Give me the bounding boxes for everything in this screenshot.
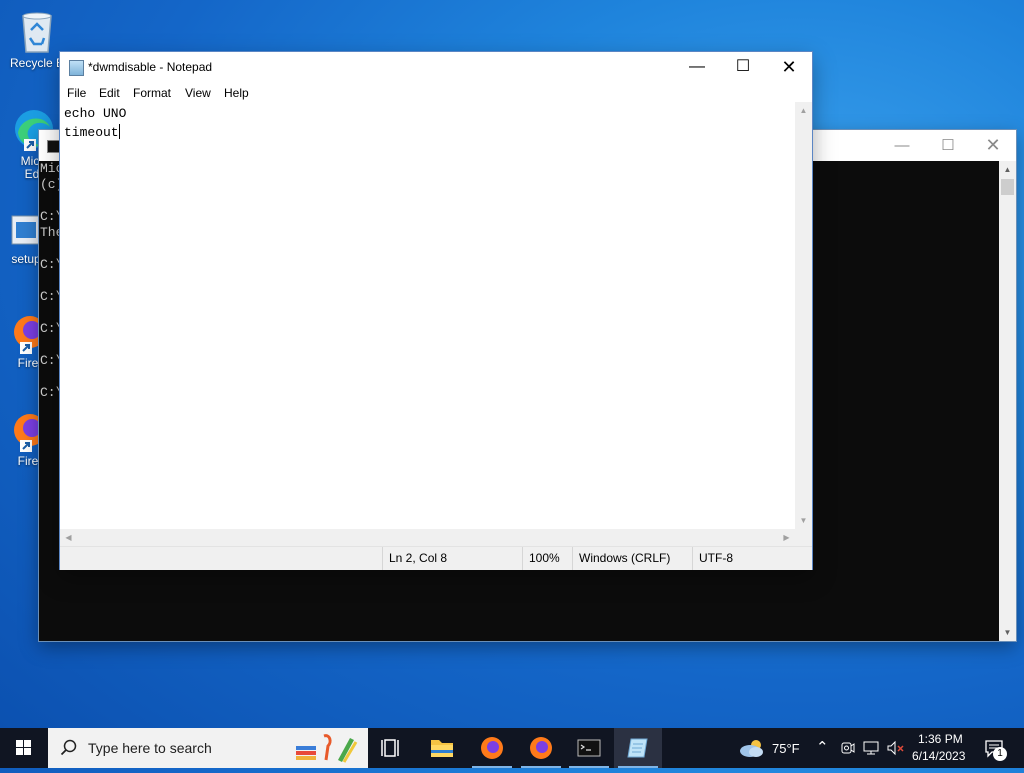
firefox-icon [481, 737, 503, 759]
weather-temperature[interactable]: 75°F [772, 741, 800, 756]
search-icon [60, 739, 77, 756]
file-explorer-button[interactable] [418, 728, 466, 768]
task-view-button[interactable] [368, 728, 416, 768]
task-view-icon [381, 739, 399, 757]
menu-file[interactable]: File [67, 86, 86, 100]
console-scrollbar[interactable]: ▲ ▼ [999, 161, 1016, 641]
status-bar: Ln 2, Col 8 100% Windows (CRLF) UTF-8 [60, 546, 812, 570]
editor-line-with-caret: timeout [64, 123, 795, 142]
status-zoom: 100% [522, 547, 572, 570]
notepad-taskbar-button[interactable] [614, 728, 662, 768]
window-title: *dwmdisable - Notepad [88, 60, 213, 74]
scroll-down-arrow-icon[interactable]: ▼ [795, 512, 812, 529]
notepad-icon [627, 738, 648, 758]
volume-muted-icon[interactable] [886, 740, 906, 756]
show-hidden-icons-chevron-icon[interactable]: ⌃ [816, 738, 829, 756]
firefox-taskbar-button-1[interactable] [468, 728, 516, 768]
search-box[interactable]: Type here to search [48, 728, 368, 768]
menu-bar: File Edit Format View Help [60, 82, 812, 102]
editor-line: timeout [64, 125, 119, 140]
search-highlight-icon [296, 734, 358, 763]
search-placeholder: Type here to search [88, 740, 212, 756]
status-encoding: UTF-8 [692, 547, 812, 570]
meet-now-icon[interactable] [840, 740, 856, 756]
firefox-icon [530, 737, 552, 759]
scrollbar-corner [795, 529, 812, 546]
clock-time[interactable]: 1:36 PM [918, 732, 963, 746]
firefox-taskbar-button-2[interactable] [517, 728, 565, 768]
scroll-up-arrow-icon[interactable]: ▲ [795, 102, 812, 119]
horizontal-scrollbar[interactable]: ◀ ▶ [60, 529, 795, 546]
clock-date[interactable]: 6/14/2023 [912, 749, 965, 763]
weather-cloud-icon[interactable] [738, 736, 766, 760]
menu-view[interactable]: View [185, 86, 211, 100]
notification-count-badge: 1 [993, 747, 1007, 761]
minimize-button[interactable]: — [674, 52, 720, 82]
menu-edit[interactable]: Edit [99, 86, 120, 100]
close-button[interactable]: ✕ [766, 52, 812, 82]
text-caret [118, 124, 120, 139]
folder-icon [431, 740, 453, 757]
scroll-down-arrow-icon[interactable]: ▼ [999, 624, 1016, 641]
recycle-bin-icon [22, 12, 52, 53]
taskbar: Type here to search 75°F ⌃ 1:36 PM 6/14/… [0, 728, 1024, 768]
notepad-window[interactable]: *dwmdisable - Notepad — ☐ ✕ File Edit Fo… [60, 52, 812, 570]
scroll-up-arrow-icon[interactable]: ▲ [999, 161, 1016, 178]
menu-help[interactable]: Help [224, 86, 249, 100]
windows-logo-icon [16, 740, 31, 755]
scroll-left-arrow-icon[interactable]: ◀ [60, 529, 77, 546]
terminal-icon [577, 739, 601, 757]
menu-format[interactable]: Format [133, 86, 171, 100]
console-maximize-button[interactable]: ☐ [925, 130, 971, 161]
network-icon[interactable] [862, 740, 880, 756]
start-button[interactable] [0, 728, 48, 768]
maximize-button[interactable]: ☐ [720, 52, 766, 82]
notepad-titlebar[interactable]: *dwmdisable - Notepad — ☐ ✕ [60, 52, 812, 82]
scroll-right-arrow-icon[interactable]: ▶ [778, 529, 795, 546]
text-editor-area[interactable]: echo UNO timeout [60, 102, 795, 529]
console-minimize-button[interactable]: — [879, 130, 925, 161]
command-prompt-taskbar-button[interactable] [565, 728, 613, 768]
console-close-button[interactable]: ✕ [970, 130, 1016, 161]
console-scroll-thumb[interactable] [1001, 179, 1014, 195]
status-line-endings: Windows (CRLF) [572, 547, 692, 570]
notification-center-button[interactable]: 1 [976, 728, 1024, 768]
notepad-icon [69, 60, 84, 76]
vertical-scrollbar[interactable]: ▲ ▼ [795, 102, 812, 529]
status-cursor-position: Ln 2, Col 8 [382, 547, 522, 570]
editor-line: echo UNO [64, 106, 127, 121]
